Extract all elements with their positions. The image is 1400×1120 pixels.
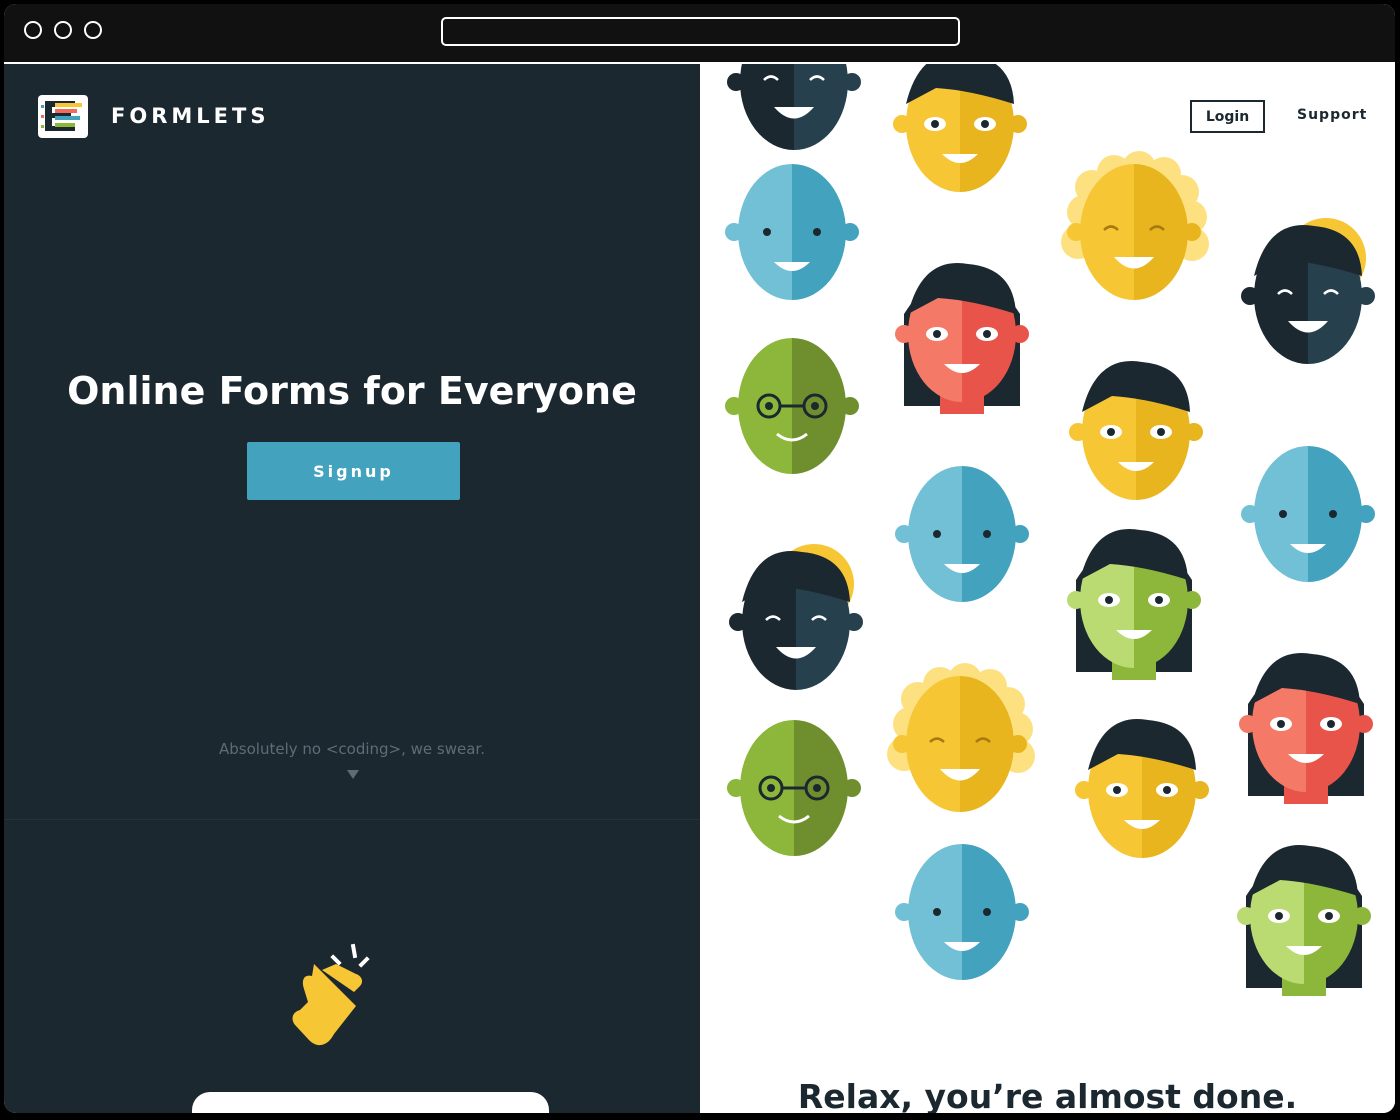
- person-face-yellow: [1075, 719, 1209, 858]
- person-face-coral: [1239, 653, 1373, 804]
- right-panel: Login Support Relax, you’re almost done.: [700, 64, 1395, 1113]
- person-face-green: [725, 338, 859, 474]
- person-face-green: [727, 720, 861, 856]
- browser-titlebar: [4, 4, 1395, 64]
- person-face-coral: [895, 263, 1029, 414]
- content-card: [192, 1092, 549, 1113]
- person-face-yellow: [1061, 151, 1209, 300]
- signup-button[interactable]: Signup: [247, 442, 460, 500]
- window-minimize-dot-icon[interactable]: [54, 21, 72, 39]
- person-face-yellow: [887, 663, 1035, 812]
- person-face-lgreen: [1237, 845, 1371, 996]
- person-face-yellow: [1069, 361, 1203, 500]
- person-face-blue: [725, 164, 859, 300]
- hero-headline: Online Forms for Everyone: [67, 369, 637, 413]
- browser-window: FORMLETS Online Forms for Everyone Signu…: [4, 4, 1395, 1113]
- logo-icon[interactable]: [38, 95, 88, 138]
- down-arrow-icon[interactable]: [347, 770, 359, 779]
- section-divider: [4, 819, 700, 820]
- person-face-lgreen: [1067, 529, 1201, 680]
- window-close-dot-icon[interactable]: [24, 21, 42, 39]
- person-face-dark: [727, 64, 861, 150]
- faces-illustration: [725, 64, 1375, 996]
- person-face-dark: [729, 544, 863, 690]
- left-panel: FORMLETS Online Forms for Everyone Signu…: [4, 64, 700, 1113]
- window-maximize-dot-icon[interactable]: [84, 21, 102, 39]
- support-link[interactable]: Support: [1297, 107, 1367, 123]
- person-face-blue: [1241, 446, 1375, 582]
- person-face-blue: [895, 466, 1029, 602]
- login-button[interactable]: Login: [1190, 100, 1265, 133]
- finger-snap-icon: [274, 934, 394, 1064]
- brand-name[interactable]: FORMLETS: [111, 104, 269, 128]
- section-heading: Relax, you’re almost done.: [797, 1077, 1298, 1113]
- person-face-yellow: [893, 64, 1027, 192]
- hero-tagline: Absolutely no <coding>, we swear.: [219, 740, 485, 758]
- person-face-dark: [1241, 218, 1375, 364]
- person-face-blue: [895, 844, 1029, 980]
- address-bar[interactable]: [441, 17, 960, 46]
